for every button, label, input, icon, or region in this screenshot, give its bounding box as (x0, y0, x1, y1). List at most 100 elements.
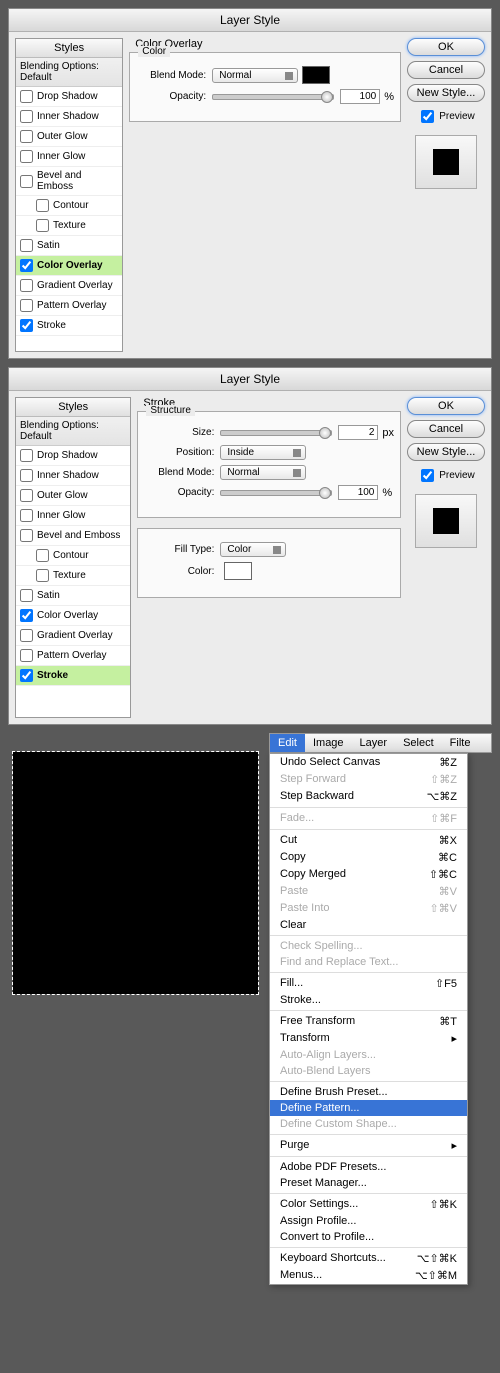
menu-item-preset-manager-[interactable]: Preset Manager... (270, 1175, 467, 1191)
edit-menu-dropdown: Undo Select Canvas⌘ZStep Forward⇧⌘ZStep … (269, 753, 468, 1285)
menu-filter[interactable]: Filte (442, 734, 479, 752)
opacity-label: Opacity: (136, 91, 206, 102)
color-fieldset: Color Blend Mode: Normal Opacity: 100 % (129, 52, 401, 122)
size-label: Size: (144, 427, 214, 438)
style-item-bevel-and-emboss[interactable]: Bevel and Emboss (16, 167, 122, 196)
style-item-texture[interactable]: Texture (16, 566, 130, 586)
style-item-texture[interactable]: Texture (16, 216, 122, 236)
opacity-input[interactable]: 100 (340, 89, 380, 104)
menu-item-cut[interactable]: Cut⌘X (270, 832, 467, 849)
menu-item-assign-profile-[interactable]: Assign Profile... (270, 1213, 467, 1229)
menu-item-convert-to-profile-[interactable]: Convert to Profile... (270, 1229, 467, 1245)
cancel-button[interactable]: Cancel (407, 61, 485, 79)
menu-item-copy[interactable]: Copy⌘C (270, 849, 467, 866)
style-item-contour[interactable]: Contour (16, 196, 122, 216)
style-item-pattern-overlay[interactable]: Pattern Overlay (16, 296, 122, 316)
style-item-contour[interactable]: Contour (16, 546, 130, 566)
menu-item-fill-[interactable]: Fill...⇧F5 (270, 975, 467, 992)
style-item-gradient-overlay[interactable]: Gradient Overlay (16, 276, 122, 296)
style-item-stroke[interactable]: Stroke (16, 666, 130, 686)
color-swatch[interactable] (302, 66, 330, 84)
fill-type-select[interactable]: Color (220, 542, 286, 557)
style-item-drop-shadow[interactable]: Drop Shadow (16, 446, 130, 466)
style-item-bevel-and-emboss[interactable]: Bevel and Emboss (16, 526, 130, 546)
menu-item-paste: Paste⌘V (270, 883, 467, 900)
menu-item-undo-select-canvas[interactable]: Undo Select Canvas⌘Z (270, 754, 467, 771)
menu-item-step-backward[interactable]: Step Backward⌥⌘Z (270, 788, 467, 805)
opacity-unit: % (382, 487, 392, 499)
menu-edit[interactable]: Edit (270, 734, 305, 752)
menu-select[interactable]: Select (395, 734, 442, 752)
style-item-satin[interactable]: Satin (16, 586, 130, 606)
menu-item-define-custom-shape-: Define Custom Shape... (270, 1116, 467, 1132)
menu-item-check-spelling-: Check Spelling... (270, 938, 467, 954)
ok-button[interactable]: OK (407, 38, 485, 56)
opacity-slider[interactable] (220, 490, 332, 496)
new-style-button[interactable]: New Style... (407, 84, 485, 102)
style-item-gradient-overlay[interactable]: Gradient Overlay (16, 626, 130, 646)
style-item-color-overlay[interactable]: Color Overlay (16, 606, 130, 626)
preview-box (415, 494, 477, 548)
menu-image[interactable]: Image (305, 734, 352, 752)
menu-item-clear[interactable]: Clear (270, 917, 467, 933)
menu-item-purge[interactable]: Purge▸ (270, 1137, 467, 1154)
menu-item-color-settings-[interactable]: Color Settings...⇧⌘K (270, 1196, 467, 1213)
menu-layer[interactable]: Layer (352, 734, 396, 752)
blend-mode-select[interactable]: Normal (220, 465, 306, 480)
style-item-color-overlay[interactable]: Color Overlay (16, 256, 122, 276)
ok-button[interactable]: OK (407, 397, 485, 415)
canvas-content (13, 752, 258, 994)
fieldset-legend: Color (138, 46, 170, 57)
menu-item-fade-: Fade...⇧⌘F (270, 810, 467, 827)
menu-item-define-pattern-[interactable]: Define Pattern... (270, 1100, 467, 1116)
menu-item-menus-[interactable]: Menus...⌥⇧⌘M (270, 1267, 467, 1284)
new-style-button[interactable]: New Style... (407, 443, 485, 461)
canvas-selection[interactable] (12, 751, 259, 995)
blending-options[interactable]: Blending Options: Default (16, 417, 130, 446)
menu-item-paste-into: Paste Into⇧⌘V (270, 900, 467, 917)
layer-style-dialog-2: Layer Style Styles Blending Options: Def… (8, 367, 492, 725)
menu-item-adobe-pdf-presets-[interactable]: Adobe PDF Presets... (270, 1159, 467, 1175)
blending-options[interactable]: Blending Options: Default (16, 58, 122, 87)
style-item-outer-glow[interactable]: Outer Glow (16, 127, 122, 147)
style-item-inner-shadow[interactable]: Inner Shadow (16, 107, 122, 127)
styles-list: Styles Blending Options: Default Drop Sh… (15, 38, 123, 352)
blend-mode-select[interactable]: Normal (212, 68, 298, 83)
menu-item-find-and-replace-text-: Find and Replace Text... (270, 954, 467, 970)
preview-checkbox[interactable]: Preview (417, 107, 475, 126)
fieldset-legend: Structure (146, 405, 195, 416)
menu-item-define-brush-preset-[interactable]: Define Brush Preset... (270, 1084, 467, 1100)
menu-item-auto-blend-layers: Auto-Blend Layers (270, 1063, 467, 1079)
preview-checkbox[interactable]: Preview (417, 466, 475, 485)
cancel-button[interactable]: Cancel (407, 420, 485, 438)
style-item-stroke[interactable]: Stroke (16, 316, 122, 336)
style-item-outer-glow[interactable]: Outer Glow (16, 486, 130, 506)
styles-header[interactable]: Styles (16, 39, 122, 58)
blend-mode-label: Blend Mode: (136, 70, 206, 81)
menu-item-copy-merged[interactable]: Copy Merged⇧⌘C (270, 866, 467, 883)
size-input[interactable]: 2 (338, 425, 378, 440)
style-item-satin[interactable]: Satin (16, 236, 122, 256)
blend-mode-label: Blend Mode: (144, 467, 214, 478)
style-item-inner-glow[interactable]: Inner Glow (16, 147, 122, 167)
style-item-pattern-overlay[interactable]: Pattern Overlay (16, 646, 130, 666)
fill-type-label: Fill Type: (144, 544, 214, 555)
style-item-inner-glow[interactable]: Inner Glow (16, 506, 130, 526)
opacity-slider[interactable] (212, 94, 334, 100)
size-slider[interactable] (220, 430, 332, 436)
opacity-input[interactable]: 100 (338, 485, 378, 500)
style-item-inner-shadow[interactable]: Inner Shadow (16, 466, 130, 486)
menu-item-keyboard-shortcuts-[interactable]: Keyboard Shortcuts...⌥⇧⌘K (270, 1250, 467, 1267)
menu-item-transform[interactable]: Transform▸ (270, 1030, 467, 1047)
color-swatch[interactable] (224, 562, 252, 580)
styles-header[interactable]: Styles (16, 398, 130, 417)
position-select[interactable]: Inside (220, 445, 306, 460)
structure-fieldset: Structure Size:2px Position:Inside Blend… (137, 411, 401, 518)
styles-list: Styles Blending Options: Default Drop Sh… (15, 397, 131, 718)
style-item-drop-shadow[interactable]: Drop Shadow (16, 87, 122, 107)
size-unit: px (382, 427, 394, 439)
color-label: Color: (144, 566, 214, 577)
menu-item-step-forward: Step Forward⇧⌘Z (270, 771, 467, 788)
menu-item-free-transform[interactable]: Free Transform⌘T (270, 1013, 467, 1030)
menu-item-stroke-[interactable]: Stroke... (270, 992, 467, 1008)
